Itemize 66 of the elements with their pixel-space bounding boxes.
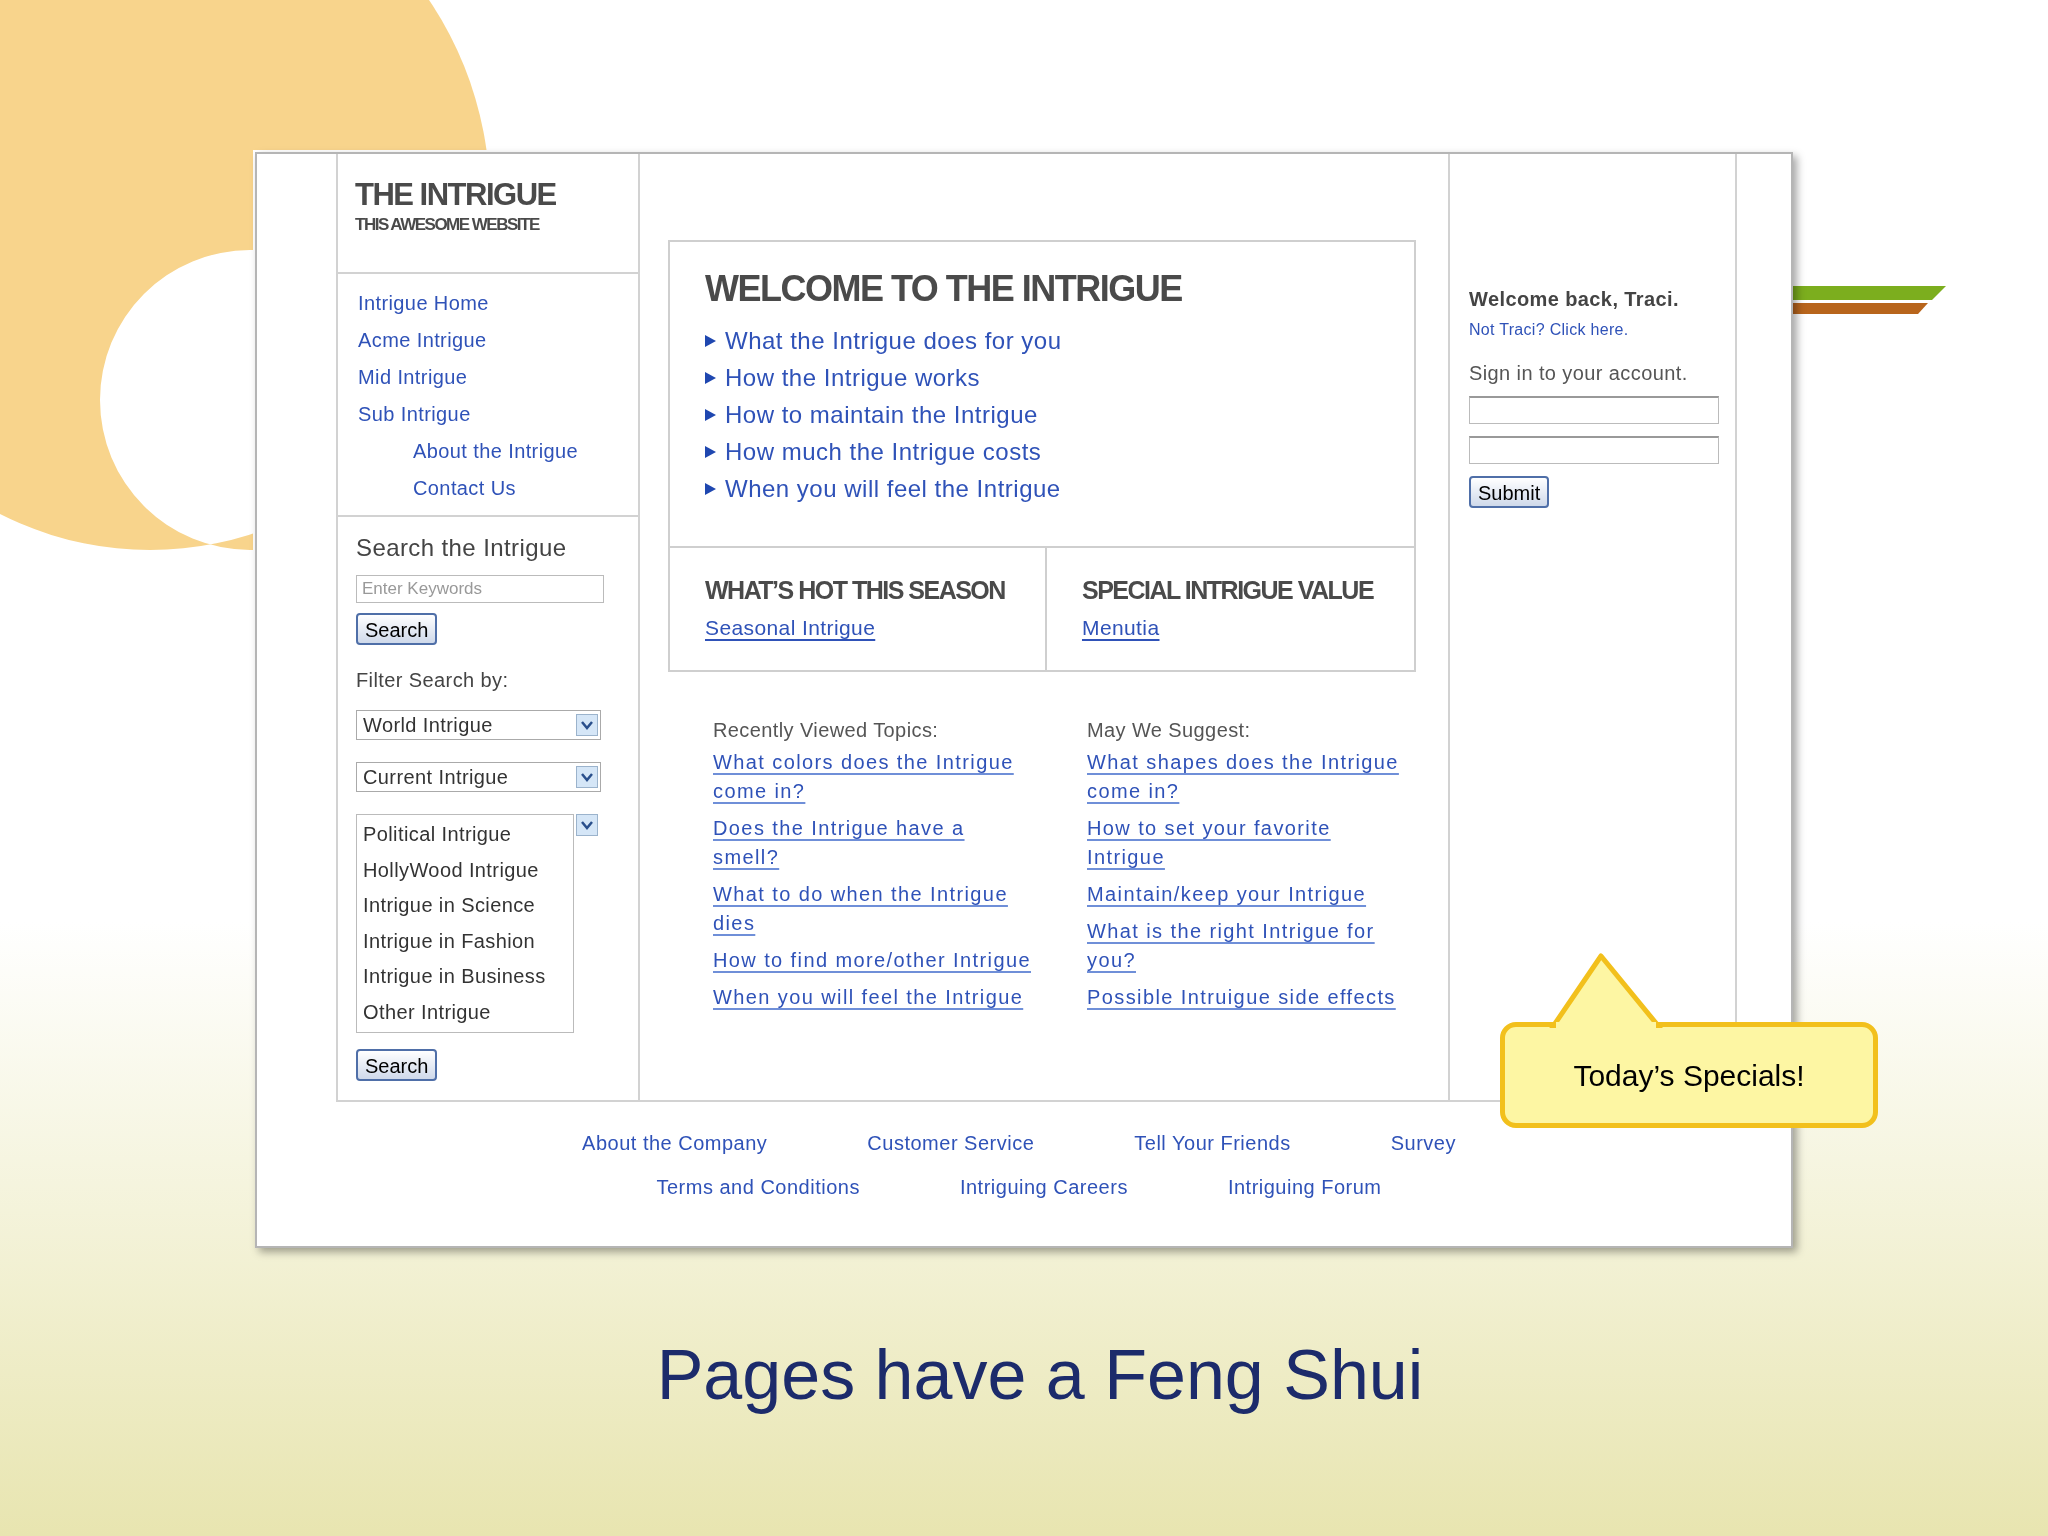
input-field[interactable]	[1469, 436, 1719, 464]
link[interactable]: What the Intrigue does for you	[725, 322, 1062, 359]
link[interactable]: How to set your favorite Intrigue	[1087, 814, 1410, 872]
list-option[interactable]: HollyWood Intrigue	[357, 852, 573, 888]
section-heading: WELCOME TO THE INTRIGUE	[705, 267, 1182, 311]
footer-link[interactable]: Terms and Conditions	[656, 1172, 860, 1202]
link[interactable]: Maintain/keep your Intrigue	[1087, 880, 1367, 909]
list-option[interactable]: Intrigue in Fashion	[357, 923, 573, 959]
link[interactable]: When you will feel the Intrigue	[713, 983, 1024, 1012]
list-option[interactable]: Other Intrigue	[357, 994, 573, 1030]
nav-link[interactable]: Sub Intrigue	[358, 396, 471, 433]
bullet-arrow-icon	[705, 481, 717, 496]
section-heading: Search the Intrigue	[356, 533, 568, 563]
chevron-icon	[576, 766, 598, 788]
filter-label: Filter Search by:	[356, 668, 510, 693]
callout-text: Today’s Specials!	[1573, 1057, 1805, 1094]
nav-link[interactable]: Acme Intrigue	[358, 322, 487, 359]
chevron-icon	[576, 814, 598, 836]
chevron-icon	[576, 714, 598, 736]
footer-link[interactable]: Survey	[1390, 1128, 1456, 1158]
bullet-arrow-icon	[705, 444, 717, 459]
list-heading: May We Suggest:	[1087, 718, 1252, 743]
link[interactable]: How to maintain the Intrigue	[725, 396, 1038, 433]
search-field[interactable]: Enter Keywords	[356, 575, 604, 603]
link[interactable]: What shapes does the Intrigue come in?	[1087, 748, 1410, 806]
footer-link[interactable]: Intriguing Careers	[959, 1172, 1128, 1202]
list-option[interactable]: Intrigue in Business	[357, 959, 573, 995]
link[interactable]: How to find more/other Intrigue	[713, 946, 1031, 975]
link[interactable]: What to do when the Intrigue dies	[713, 880, 1036, 938]
site-logo: THE INTRIGUE	[355, 176, 556, 214]
nav-link[interactable]: About the Intrigue	[413, 433, 579, 470]
link[interactable]: Possible Intruigue side effects	[1087, 983, 1396, 1012]
list-heading: Recently Viewed Topics:	[713, 718, 940, 743]
section-heading: WHAT’S HOT THIS SEASON	[705, 575, 1005, 606]
footer-link[interactable]: Intriguing Forum	[1227, 1172, 1382, 1202]
footer-link[interactable]: About the Company	[582, 1128, 768, 1158]
search-button[interactable]: Search	[356, 613, 438, 645]
link[interactable]: What is the right Intrigue for you?	[1087, 917, 1410, 975]
greeting-text: Welcome back, Traci.	[1469, 287, 1680, 312]
prompt-text: Sign in to your account.	[1469, 361, 1689, 386]
link[interactable]: Menutia	[1082, 612, 1160, 644]
link[interactable]: Not Traci? Click here.	[1469, 318, 1629, 342]
link[interactable]: Does the Intrigue have a smell?	[713, 814, 1036, 872]
link[interactable]: How the Intrigue works	[725, 359, 981, 396]
search-button[interactable]: Search	[356, 1049, 438, 1081]
footer-link[interactable]: Customer Service	[867, 1128, 1035, 1158]
dropdown[interactable]: World Intrigue	[356, 710, 601, 740]
link[interactable]: How much the Intrigue costs	[725, 433, 1042, 470]
nav-link[interactable]: Intrigue Home	[358, 285, 489, 322]
list-option[interactable]: Intrigue in Science	[357, 888, 573, 924]
section-heading: SPECIAL INTRIGUE VALUE	[1082, 575, 1374, 606]
link[interactable]: When you will feel the Intrigue	[725, 470, 1061, 507]
nav-link[interactable]: Mid Intrigue	[358, 359, 468, 396]
dropdown[interactable]: Current Intrigue	[356, 762, 601, 792]
nav-link[interactable]: Contact Us	[413, 470, 516, 507]
bullet-arrow-icon	[705, 333, 717, 348]
list-box[interactable]: Political Intrigue HollyWood Intrigue Intrigue in Science Intrigue in Fashion Intrigue in Business Other Intrigue	[356, 814, 574, 1033]
list-option[interactable]: Political Intrigue	[357, 817, 573, 853]
submit-button[interactable]: Submit	[1469, 476, 1550, 508]
bullet-arrow-icon	[705, 370, 717, 385]
site-tagline: THIS AWESOME WEBSITE	[355, 215, 539, 236]
footer-link[interactable]: Tell Your Friends	[1134, 1128, 1291, 1158]
input-field[interactable]	[1469, 396, 1719, 424]
link[interactable]: What colors does the Intrigue come in?	[713, 748, 1036, 806]
bullet-arrow-icon	[705, 407, 717, 422]
link[interactable]: Seasonal Intrigue	[705, 612, 876, 644]
